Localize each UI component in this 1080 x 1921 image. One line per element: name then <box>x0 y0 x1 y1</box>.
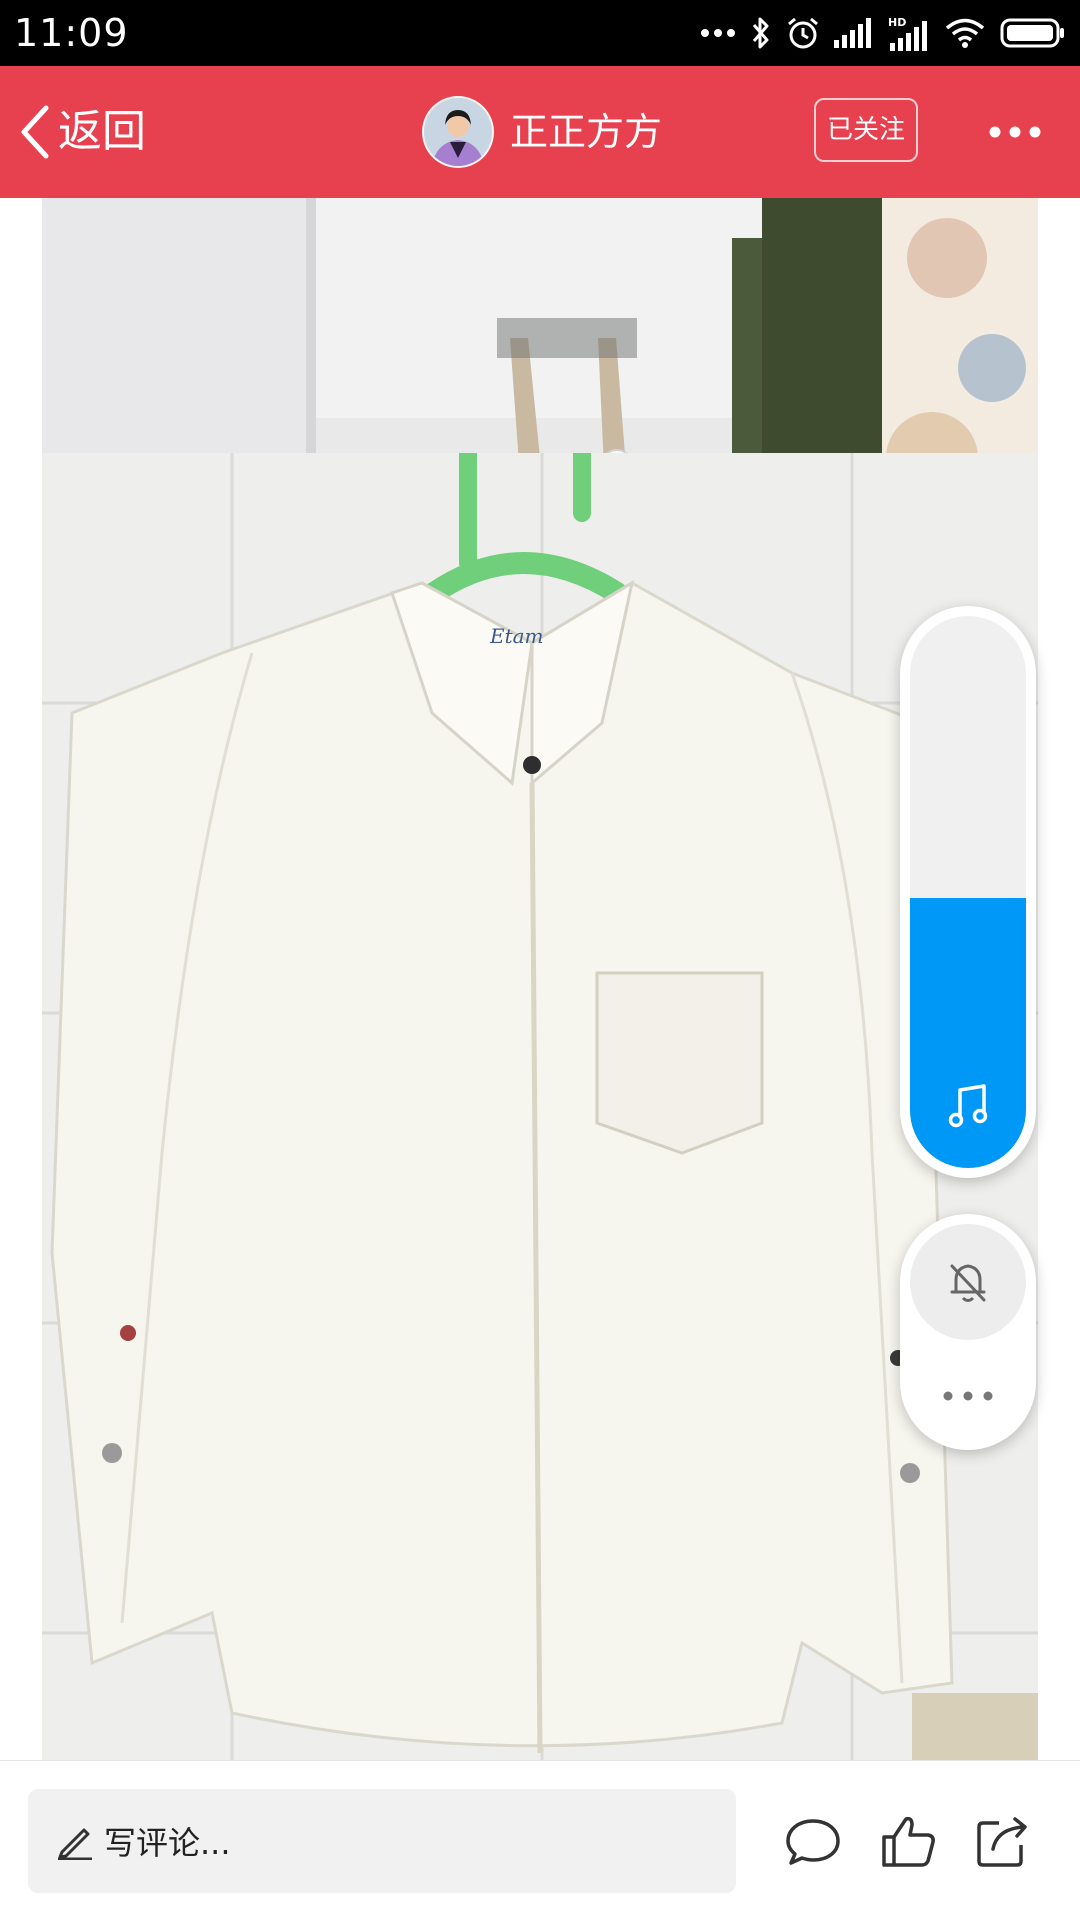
back-label: 返回 <box>58 106 146 157</box>
more-dots-icon <box>943 1391 993 1401</box>
hd-signal-icon: HD <box>888 16 927 51</box>
svg-text:Etam: Etam <box>489 624 544 648</box>
chevron-left-icon <box>21 105 49 159</box>
share-icon <box>977 1817 1027 1867</box>
status-icons: HD <box>700 0 1066 66</box>
follow-button[interactable]: 已关注 <box>814 98 918 162</box>
author-info[interactable]: 正正方方 <box>422 96 662 168</box>
more-dots-icon <box>701 29 735 37</box>
status-time: 11:09 <box>14 11 129 55</box>
sound-more-button[interactable] <box>938 1384 998 1408</box>
alarm-icon <box>788 17 818 49</box>
app-header: 返回 正正方方 已关注 <box>0 66 1080 198</box>
white-shirt-photo[interactable]: Etam <box>42 453 1038 1760</box>
back-button[interactable]: 返回 <box>18 96 146 168</box>
comment-icon <box>786 1819 840 1865</box>
sound-options-panel <box>900 1214 1036 1450</box>
bluetooth-icon <box>752 17 769 49</box>
more-options-button[interactable] <box>980 106 1050 158</box>
comment-input[interactable]: 写评论... <box>28 1789 736 1893</box>
wifi-icon <box>945 18 985 48</box>
battery-icon <box>1000 18 1064 48</box>
avatar[interactable] <box>422 96 494 168</box>
bottom-bar: 写评论... <box>0 1760 1080 1921</box>
comment-button[interactable] <box>783 1811 843 1871</box>
comment-placeholder: 写评论... <box>104 1824 231 1862</box>
svg-text:HD: HD <box>888 16 906 29</box>
more-dots-icon <box>989 126 1041 138</box>
volume-slider[interactable] <box>910 616 1026 1168</box>
status-bar: 11:09 HD <box>0 0 1080 66</box>
mute-button[interactable] <box>910 1224 1026 1340</box>
share-button[interactable] <box>973 1811 1033 1871</box>
bell-off-icon <box>950 1264 986 1302</box>
post-content[interactable]: Etam <box>0 198 1080 1760</box>
volume-panel <box>900 606 1036 1178</box>
music-note-icon <box>948 1084 988 1128</box>
pencil-icon <box>58 1828 92 1860</box>
like-button[interactable] <box>878 1811 938 1871</box>
author-name[interactable]: 正正方方 <box>510 96 662 168</box>
like-icon <box>882 1816 935 1867</box>
signal-icon <box>834 18 871 48</box>
